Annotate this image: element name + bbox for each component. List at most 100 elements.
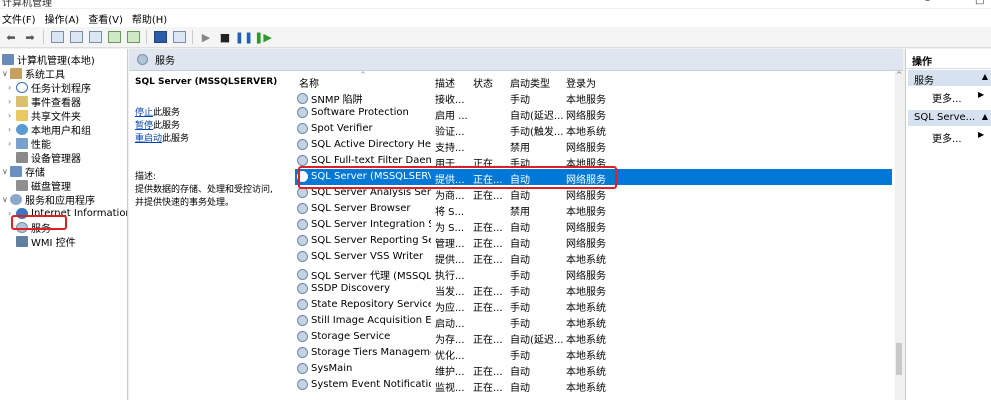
gear-icon: [297, 107, 308, 118]
menu-help[interactable]: 帮助(H): [130, 11, 174, 26]
show-hide-icon[interactable]: [171, 29, 187, 45]
tree-label: 计算机管理(本地): [17, 55, 95, 67]
actions-more-sql[interactable]: 更多... ▶: [932, 130, 984, 145]
tree-item-performance[interactable]: › 性能: [8, 136, 51, 151]
tree-item-storage[interactable]: ∨ 存储: [2, 164, 45, 179]
service-name-text: SQL Server Integration Ser...: [311, 219, 431, 230]
service-startup-cell: 手动: [510, 287, 530, 298]
restart-service-link[interactable]: 重启动: [135, 134, 162, 144]
tree-item-wmi[interactable]: WMI 控件: [16, 234, 76, 249]
service-name-text: SysMain: [311, 363, 353, 374]
table-row[interactable]: SSDP Discovery 当发... 正在... 手动 本地服务: [295, 281, 892, 298]
chevron-right-icon[interactable]: ›: [8, 125, 16, 134]
tree-item-shared-folders[interactable]: › 共享文件夹: [8, 108, 81, 123]
table-row[interactable]: SysMain 维护... 正在... 自动 本地系统: [295, 361, 892, 378]
pause-service-link[interactable]: 暂停: [135, 121, 153, 131]
chevron-right-icon[interactable]: ›: [8, 97, 16, 106]
service-desc-cell: 为 S...: [435, 223, 465, 234]
tree-item-services-apps[interactable]: ∨ 服务和应用程序: [2, 192, 95, 207]
table-row[interactable]: Software Protection 启用 ... 自动(延迟... 网络服务: [295, 105, 892, 122]
service-status-cell: 正在...: [473, 255, 503, 266]
scroll-up-icon[interactable]: ^: [895, 71, 903, 81]
column-header-startup[interactable]: 启动类型: [510, 75, 550, 90]
scroll-thumb[interactable]: [896, 343, 902, 375]
table-row[interactable]: State Repository Service 为应... 正在... 手动 本地系统: [295, 297, 892, 314]
menu-view[interactable]: 查看(V): [86, 11, 130, 26]
tree-item-event-viewer[interactable]: › 事件查看器: [8, 94, 81, 109]
tree-label: 事件查看器: [31, 97, 81, 109]
disk-icon: [16, 179, 28, 191]
service-name-text: SSDP Discovery: [311, 283, 391, 294]
gear-icon: [297, 139, 308, 150]
pause-service-icon[interactable]: ❚❚: [235, 29, 253, 45]
column-header-desc[interactable]: 描述: [435, 75, 455, 90]
table-row[interactable]: Storage Tiers Management 优化... 手动 本地系统: [295, 345, 892, 362]
chevron-down-icon[interactable]: ∨: [2, 195, 10, 204]
collapse-icon[interactable]: ▲: [982, 112, 988, 121]
tree-item-disk-management[interactable]: 磁盘管理: [16, 178, 71, 193]
minimize-icon[interactable]: –: [925, 0, 930, 6]
service-desc-cell: 管理...: [435, 239, 465, 250]
tree-label: 共享文件夹: [31, 111, 81, 123]
table-row[interactable]: SQL Active Directory Help... 支持... 禁用 网络服务: [295, 137, 892, 154]
service-desc-cell: 为商...: [435, 191, 465, 202]
section-label: 服务: [914, 76, 934, 87]
stop-service-icon[interactable]: ■: [217, 29, 233, 45]
collapse-icon[interactable]: ▲: [982, 72, 988, 81]
service-name-text: SQL Full-text Filter Daemo...: [311, 155, 431, 166]
stop-service-link[interactable]: 停止: [135, 108, 153, 118]
actions-more-services[interactable]: 更多... ▶: [932, 90, 984, 105]
service-desc-cell: 启用 ...: [435, 111, 468, 122]
service-logon-cell: 网络服务: [566, 271, 606, 282]
table-row[interactable]: Spot Verifier 验证... 手动(触发... 本地系统: [295, 121, 892, 138]
back-icon[interactable]: ⬅: [3, 29, 19, 45]
tree-item-task-scheduler[interactable]: › 任务计划程序: [8, 80, 91, 95]
more-label: 更多...: [932, 94, 962, 105]
properties-icon[interactable]: [87, 29, 103, 45]
gear-icon: [297, 93, 308, 104]
table-row[interactable]: Still Image Acquisition Eve... 启动... 手动 本地系…: [295, 313, 892, 330]
service-startup-cell: 禁用: [510, 207, 530, 218]
window-title: 计算机管理: [2, 0, 52, 9]
tree-label: 本地用户和组: [31, 125, 91, 137]
tree-item-system-tools[interactable]: ∨ 系统工具: [2, 66, 65, 81]
maximize-icon[interactable]: □: [975, 0, 984, 6]
export-list-icon[interactable]: [125, 29, 141, 45]
table-row[interactable]: SQL Server 代理 (MSSQLS... 执行... 手动 网络服务: [295, 265, 892, 282]
table-row[interactable]: Storage Service 为存... 正在... 自动(延迟... 本地系统: [295, 329, 892, 346]
start-service-icon[interactable]: ▶: [198, 29, 214, 45]
table-row[interactable]: SQL Server Reporting Serv... 管理... 正在... 自动…: [295, 233, 892, 250]
table-row[interactable]: SQL Server VSS Writer 提供... 正在... 自动 本地系统: [295, 249, 892, 266]
actions-section-services[interactable]: 服务 ▲: [908, 70, 991, 87]
chevron-right-icon[interactable]: ›: [8, 139, 16, 148]
up-folder-icon[interactable]: [49, 29, 65, 45]
table-row[interactable]: SQL Server Integration Ser... 为 S... 正在...…: [295, 217, 892, 234]
vertical-scrollbar[interactable]: ^: [895, 71, 903, 400]
column-header-logon[interactable]: 登录为: [566, 75, 596, 90]
menu-action[interactable]: 操作(A): [43, 11, 87, 26]
table-row[interactable]: SQL Server Browser 将 S... 禁用 本地服务: [295, 201, 892, 218]
column-header-status[interactable]: 状态: [473, 75, 493, 90]
service-desc-cell: 验证...: [435, 127, 465, 138]
menu-file[interactable]: 文件(F): [0, 11, 43, 26]
tree-item-device-manager[interactable]: 设备管理器: [16, 150, 81, 165]
restart-service-icon[interactable]: ❚▶: [254, 29, 272, 45]
forward-icon[interactable]: ➡: [22, 29, 38, 45]
chevron-down-icon[interactable]: ∨: [2, 167, 10, 176]
column-header-name[interactable]: 名称: [299, 75, 319, 90]
services-header: 服务: [129, 49, 903, 71]
tree-item-root[interactable]: 计算机管理(本地): [2, 52, 95, 67]
table-row[interactable]: System Event Notification ... 监视... 正在... 自…: [295, 377, 892, 394]
actions-section-sql[interactable]: SQL Serve... ▲: [908, 110, 991, 126]
chevron-right-icon[interactable]: ›: [8, 111, 16, 120]
restart-service-row: 重启动此服务: [135, 131, 189, 144]
chevron-right-icon[interactable]: ›: [8, 83, 16, 92]
tree-item-local-users[interactable]: › 本地用户和组: [8, 122, 91, 137]
chevron-down-icon[interactable]: ∨: [2, 69, 10, 78]
help-icon[interactable]: [152, 29, 168, 45]
gear-icon: [297, 235, 308, 246]
console-tree-icon[interactable]: [68, 29, 84, 45]
table-row[interactable]: SNMP 陷阱 接收... 手动 本地服务: [295, 89, 892, 106]
refresh-icon[interactable]: [106, 29, 122, 45]
gear-icon: [297, 203, 308, 214]
